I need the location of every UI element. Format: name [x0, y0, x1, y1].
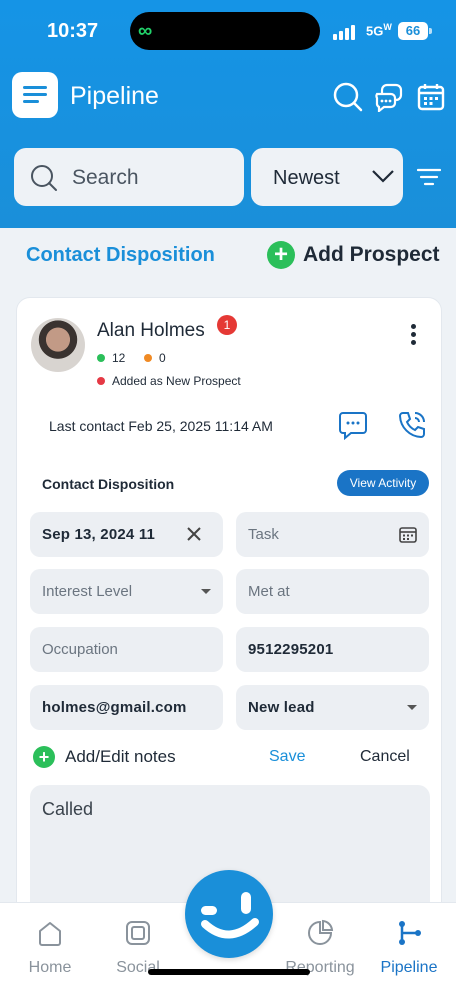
occupation-field[interactable]: Occupation: [30, 627, 223, 672]
search-icon[interactable]: [333, 82, 363, 112]
dropdown-caret-icon: [407, 705, 417, 710]
orange-count: 0: [159, 351, 166, 365]
date-field[interactable]: Sep 13, 2024 11: [30, 512, 223, 557]
assistant-button[interactable]: [185, 870, 273, 958]
nav-pipeline-label: Pipeline: [380, 959, 438, 976]
dropdown-caret-icon: [201, 589, 211, 594]
red-dot-icon: [97, 377, 105, 385]
search-input[interactable]: Search: [14, 148, 244, 206]
chat-icon[interactable]: [374, 82, 404, 112]
notification-badge: 1: [217, 315, 237, 335]
plus-icon: +: [33, 746, 55, 768]
orange-stat: 0: [144, 351, 166, 365]
signal-icon: [333, 25, 355, 40]
met-at-field[interactable]: Met at: [236, 569, 429, 614]
pipeline-icon: [399, 921, 421, 945]
calendar-icon[interactable]: [416, 82, 446, 112]
link-icon: ∞: [138, 20, 153, 42]
page-title: Pipeline: [70, 82, 159, 110]
last-contact: Last contact Feb 25, 2025 11:14 AM: [49, 418, 273, 434]
save-button[interactable]: Save: [269, 748, 305, 766]
battery-icon: 66: [398, 22, 432, 40]
menu-button[interactable]: [12, 72, 58, 118]
email-value: holmes@gmail.com: [42, 699, 187, 716]
filter-icon[interactable]: [417, 168, 441, 186]
prospect-status: Added as New Prospect: [97, 374, 241, 388]
prospect-status-text: Added as New Prospect: [112, 374, 241, 388]
contact-name[interactable]: Alan Holmes: [97, 320, 205, 342]
lead-status-value: New lead: [248, 699, 315, 716]
search-placeholder: Search: [72, 166, 139, 189]
lead-status-select[interactable]: New lead: [236, 685, 429, 730]
nav-home-label: Home: [28, 959, 72, 976]
app-header: 10:37 ∞ 5GW 66 Pipeline Search Newest: [0, 0, 456, 228]
date-value: Sep 13, 2024 11: [42, 526, 156, 543]
smiley-icon: [201, 892, 259, 939]
section-title[interactable]: Contact Disposition: [26, 244, 215, 267]
calendar-icon[interactable]: [399, 525, 417, 543]
clear-icon[interactable]: [187, 527, 201, 541]
pie-chart-icon: [308, 919, 334, 945]
home-indicator: [148, 969, 310, 975]
green-stat: 12: [97, 351, 125, 365]
more-options-icon[interactable]: [411, 324, 417, 348]
search-icon: [31, 165, 57, 191]
add-edit-notes-button[interactable]: + Add/Edit notes: [33, 746, 176, 768]
sort-value: Newest: [273, 167, 340, 189]
status-time: 10:37: [47, 20, 99, 42]
green-dot-icon: [97, 354, 105, 362]
interest-placeholder: Interest Level: [42, 583, 133, 600]
phone-field[interactable]: 9512295201: [236, 627, 429, 672]
cancel-button[interactable]: Cancel: [360, 748, 410, 766]
task-placeholder: Task: [248, 526, 279, 543]
social-icon: [126, 921, 150, 945]
phone-value: 9512295201: [248, 641, 334, 658]
status-bar: 10:37 ∞ 5GW 66: [0, 0, 456, 60]
plus-icon: +: [267, 241, 295, 269]
avatar[interactable]: [31, 318, 85, 372]
view-activity-button[interactable]: View Activity: [337, 470, 429, 496]
email-field[interactable]: holmes@gmail.com: [30, 685, 223, 730]
task-field[interactable]: Task: [236, 512, 429, 557]
add-prospect-button[interactable]: + Add Prospect: [267, 241, 440, 269]
chevron-down-icon: [372, 170, 394, 183]
phone-call-icon[interactable]: [397, 410, 427, 440]
orange-dot-icon: [144, 354, 152, 362]
message-icon[interactable]: [339, 410, 367, 440]
contact-card: Alan Holmes 1 12 0 Added as New Prospect…: [16, 297, 442, 957]
add-prospect-label: Add Prospect: [303, 243, 440, 266]
contact-disposition-label: Contact Disposition: [42, 476, 175, 492]
sort-select[interactable]: Newest: [251, 148, 403, 206]
home-icon: [39, 922, 61, 946]
add-edit-notes-label: Add/Edit notes: [65, 747, 176, 766]
occupation-placeholder: Occupation: [42, 641, 118, 658]
network-type: 5GW: [366, 22, 392, 39]
green-count: 12: [112, 351, 126, 365]
interest-level-select[interactable]: Interest Level: [30, 569, 223, 614]
met-at-placeholder: Met at: [248, 583, 290, 600]
